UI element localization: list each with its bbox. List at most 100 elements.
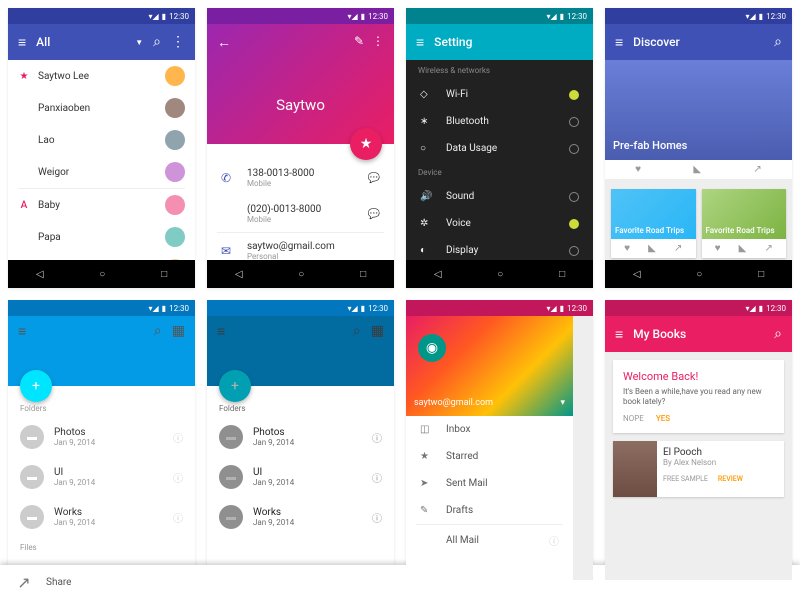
avatar[interactable] (165, 162, 185, 182)
expand-icon[interactable]: ▾ (560, 398, 565, 408)
yes-button[interactable]: YES (656, 414, 670, 423)
share-icon[interactable]: ↗ (753, 164, 761, 175)
card[interactable]: Favorite Road Trips♥◣↗ (702, 189, 787, 258)
folder-row[interactable]: ▬PhotosJan 9, 2014ⓘ (8, 417, 195, 457)
avatar[interactable] (165, 195, 185, 215)
toggle[interactable] (569, 192, 579, 202)
battery-icon: ▮ (162, 12, 166, 21)
menu-icon[interactable]: ≡ (18, 34, 26, 51)
title[interactable]: All (36, 35, 131, 49)
contact-row[interactable]: ABaby (8, 189, 195, 221)
back-icon[interactable]: ◁ (633, 269, 641, 280)
contact-row[interactable]: Papa (8, 221, 195, 253)
avatar[interactable] (165, 98, 185, 118)
recent-icon[interactable]: □ (360, 269, 366, 280)
home-icon[interactable]: ○ (99, 269, 105, 280)
book-item[interactable]: El Pooch By Alex Nelson FREE SAMPLEREVIE… (613, 441, 784, 497)
contact-row[interactable]: ★Saytwo Lee (8, 60, 195, 92)
clock: 12:30 (368, 12, 388, 21)
info-icon[interactable]: ⓘ (173, 430, 183, 445)
toggle[interactable] (569, 90, 579, 100)
contact-row[interactable]: Coco Zi (8, 253, 195, 260)
recent-icon[interactable]: □ (559, 269, 565, 280)
sent-row[interactable]: ➤Sent Mail (406, 470, 573, 497)
bookmark-icon[interactable]: ◣ (693, 164, 701, 175)
phone-row[interactable]: ✆138-0013-8000Mobile💬 (207, 160, 394, 196)
more-icon[interactable]: ⋮ (171, 34, 185, 50)
avatar[interactable] (165, 66, 185, 86)
folder-row[interactable]: ▬WorksJan 9, 2014ⓘ (8, 497, 195, 537)
menu-icon[interactable]: ≡ (18, 323, 26, 340)
files-header: Files (8, 537, 195, 556)
nope-button[interactable]: NOPE (623, 414, 644, 423)
data-row[interactable]: ○Data Usage (406, 135, 593, 162)
drafts-row[interactable]: ✎Drafts (406, 497, 573, 524)
menu-icon[interactable]: ≡ (615, 34, 623, 51)
message-icon[interactable]: 💬 (368, 209, 380, 220)
share-icon[interactable]: ↗ (674, 243, 682, 254)
menu-icon[interactable]: ≡ (615, 326, 623, 343)
more-icon[interactable]: ⋮ (372, 34, 384, 48)
heart-icon[interactable]: ♥ (624, 243, 630, 254)
avatar[interactable] (165, 227, 185, 247)
starred-row[interactable]: ★Starred (406, 443, 573, 470)
sample-button[interactable]: FREE SAMPLE (663, 475, 708, 483)
welcome-text: It's Been a while,have you read any new … (623, 387, 774, 408)
recent-icon[interactable]: □ (758, 269, 764, 280)
heart-icon[interactable]: ♥ (635, 164, 641, 175)
avatar[interactable] (165, 259, 185, 260)
drawer-header[interactable]: ◉ saytwo@gmail.com ▾ (406, 316, 573, 416)
toggle[interactable] (569, 117, 579, 127)
back-icon[interactable]: ← (217, 34, 231, 51)
avatar[interactable] (165, 130, 185, 150)
info-icon[interactable]: ⓘ (173, 510, 183, 525)
message-icon[interactable]: 💬 (368, 173, 380, 184)
allmail-row[interactable]: All Mailⓘ (406, 525, 573, 556)
recent-icon[interactable]: □ (161, 269, 167, 280)
home-icon[interactable]: ○ (497, 269, 503, 280)
search-icon[interactable]: ⌕ (774, 34, 782, 50)
folder-row[interactable]: ▬UIJan 9, 2014ⓘ (8, 457, 195, 497)
back-icon[interactable]: ◁ (434, 269, 442, 280)
share-row[interactable]: ↗Share (207, 565, 394, 580)
info-icon[interactable]: ⓘ (549, 533, 559, 548)
toggle[interactable] (569, 246, 579, 256)
bluetooth-row[interactable]: ∗Bluetooth (406, 108, 593, 135)
card[interactable]: Favorite Road Trips♥◣↗ (611, 189, 696, 258)
sound-row[interactable]: 🔊Sound (406, 183, 593, 210)
search-icon[interactable]: ⌕ (774, 326, 782, 342)
grid-icon[interactable]: ▦ (172, 323, 185, 339)
dimmed-bg[interactable]: ≡ ⌕ ▦ + Folders ▬PhotosJan 9, 2014ⓘ ▬UIJ… (207, 316, 394, 580)
share-icon[interactable]: ↗ (765, 243, 773, 254)
review-button[interactable]: REVIEW (718, 475, 743, 483)
dropdown-icon[interactable]: ▼ (135, 38, 143, 47)
toggle[interactable] (569, 219, 579, 229)
voice-row[interactable]: ✲Voice (406, 210, 593, 237)
back-icon[interactable]: ◁ (235, 269, 243, 280)
info-icon[interactable]: ⓘ (173, 470, 183, 485)
menu-icon[interactable]: ≡ (416, 34, 424, 51)
phone-row[interactable]: (020)-0013-8000Mobile💬 (207, 196, 394, 232)
heart-icon[interactable]: ♥ (715, 243, 721, 254)
contact-row[interactable]: Weigor (8, 156, 195, 188)
inbox-row[interactable]: ◫Inbox (406, 416, 573, 443)
search-icon[interactable]: ⌕ (153, 34, 161, 50)
contact-row[interactable]: Panxiaoben (8, 92, 195, 124)
edit-icon[interactable]: ✎ (354, 34, 364, 48)
bookmark-icon[interactable]: ◣ (648, 243, 656, 254)
home-icon[interactable]: ○ (696, 269, 702, 280)
draft-icon: ✎ (420, 505, 434, 516)
home-icon[interactable]: ○ (298, 269, 304, 280)
peek-bg[interactable] (573, 316, 593, 580)
hero-card[interactable]: Pre-fab Homes (605, 60, 792, 160)
avatar[interactable]: ◉ (418, 334, 446, 362)
bookmark-icon[interactable]: ◣ (739, 243, 747, 254)
toggle[interactable] (569, 144, 579, 154)
search-icon[interactable]: ⌕ (154, 323, 162, 339)
wifi-row[interactable]: ◇Wi-Fi (406, 81, 593, 108)
display-row[interactable]: ◐Display (406, 237, 593, 260)
contact-row[interactable]: Lao (8, 124, 195, 156)
back-icon[interactable]: ◁ (36, 269, 44, 280)
star-section: ★ (18, 71, 30, 82)
email-row[interactable]: ✉saytwo@gmail.comPersonal (207, 233, 394, 260)
